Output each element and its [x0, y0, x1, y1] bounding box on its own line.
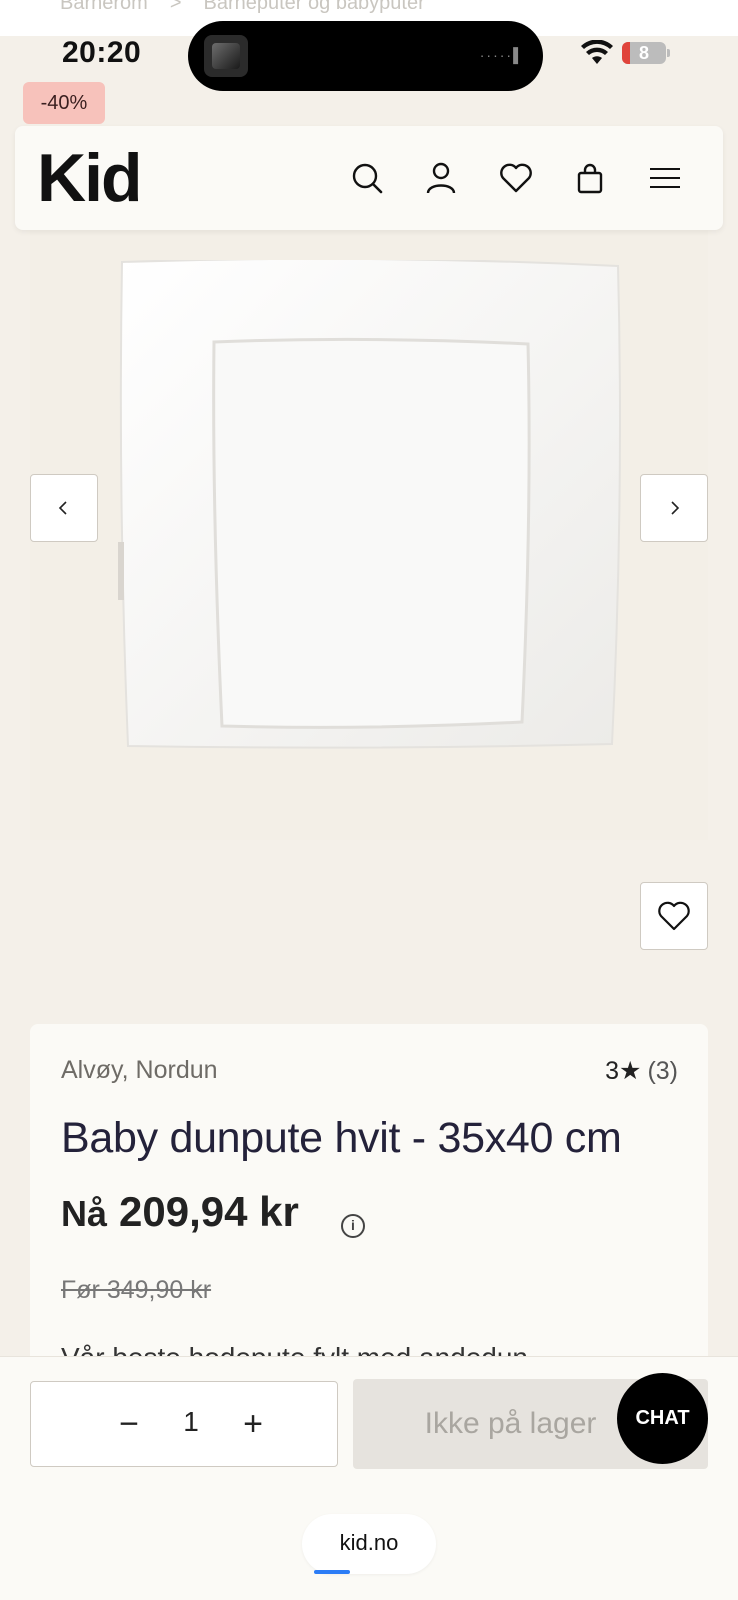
quantity-value: 1: [183, 1406, 199, 1437]
heart-icon: [658, 901, 690, 931]
price-info-icon[interactable]: i: [341, 1214, 365, 1238]
chevron-right-icon: [671, 501, 680, 515]
heart-icon[interactable]: [494, 156, 538, 200]
quantity-increase-button[interactable]: +: [231, 1402, 275, 1446]
wifi-icon: [581, 40, 613, 64]
breadcrumb-separator: >: [169, 0, 182, 14]
site-header: Kid: [15, 126, 723, 230]
quantity-decrease-button[interactable]: −: [107, 1402, 151, 1446]
chat-button[interactable]: CHAT: [617, 1373, 708, 1464]
status-time: 20:20: [62, 36, 142, 69]
battery-icon: 8: [622, 42, 670, 64]
kid-logo[interactable]: Kid: [37, 142, 143, 214]
breadcrumb-item-barnerom[interactable]: Barnerom: [60, 0, 148, 15]
product-info-card: Alvøy, Nordun 3★ (3) Baby dunpute hvit - …: [30, 1024, 708, 1373]
chevron-left-icon: [58, 501, 67, 515]
quantity-stepper: − 1 +: [30, 1381, 338, 1467]
product-title: Baby dunpute hvit - 35x40 cm: [61, 1114, 622, 1162]
dynamic-island[interactable]: ·····▌: [188, 21, 543, 91]
gallery-prev-button[interactable]: [30, 474, 98, 542]
now-playing-thumbnail: [204, 35, 248, 77]
product-page: Barnerom > Barneputer og babyputer 20:20…: [0, 0, 738, 1600]
browser-url-bar[interactable]: kid.no: [302, 1514, 436, 1574]
rating-count: (3): [647, 1057, 678, 1085]
page-load-progress: [314, 1570, 350, 1574]
gallery-next-button[interactable]: [640, 474, 708, 542]
product-rating[interactable]: 3★ (3): [605, 1056, 678, 1086]
url-text: kid.no: [339, 1530, 399, 1555]
price-before: Før 349,90 kr: [61, 1276, 212, 1304]
battery-level: 8: [638, 43, 649, 63]
add-to-favorites-button[interactable]: [640, 882, 708, 950]
search-icon[interactable]: [345, 156, 389, 200]
shopping-bag-icon[interactable]: [568, 156, 612, 200]
waveform-icon: ·····▌: [479, 47, 525, 63]
price-now: 209,94 kr: [119, 1188, 299, 1235]
breadcrumb-item-barneputer[interactable]: Barneputer og babyputer: [204, 0, 425, 15]
user-icon[interactable]: [419, 156, 463, 200]
discount-badge: -40%: [23, 82, 105, 124]
price-row: Nå 209,94 kr: [61, 1188, 299, 1236]
product-image-pillow: [118, 260, 621, 749]
menu-icon[interactable]: [643, 156, 687, 200]
status-bar: 20:20 ·····▌ 8: [0, 21, 738, 108]
product-brand[interactable]: Alvøy, Nordun: [61, 1056, 218, 1085]
price-now-label: Nå: [61, 1193, 108, 1234]
rating-value: 3★: [605, 1057, 642, 1085]
